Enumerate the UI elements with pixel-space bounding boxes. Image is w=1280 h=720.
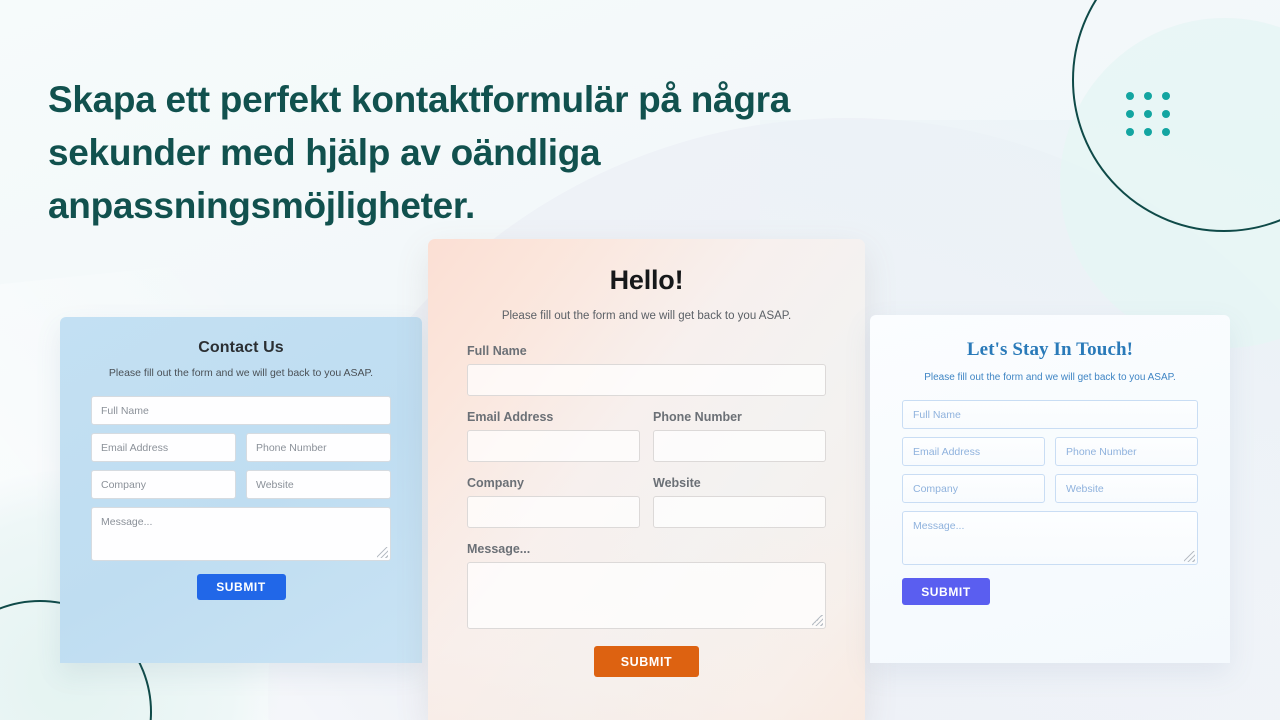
center-form-title: Hello! (609, 265, 684, 295)
resize-handle-icon[interactable] (1184, 551, 1195, 562)
center-form-fields: Full Name Email Address Phone Number Com… (467, 344, 826, 677)
center-phone-input[interactable] (653, 430, 826, 462)
center-email-label: Email Address (467, 410, 554, 424)
left-submit-row: SUBMIT (91, 574, 391, 600)
left-website-input[interactable]: Website (246, 470, 391, 499)
dot-icon (1162, 92, 1170, 100)
dot-icon (1144, 110, 1152, 118)
center-phone-label: Phone Number (653, 410, 742, 424)
left-form-subtitle: Please fill out the form and we will get… (108, 367, 374, 379)
right-row-email-phone: Email Address Phone Number (902, 437, 1198, 474)
resize-handle-icon[interactable] (377, 547, 388, 558)
right-company-input[interactable]: Company (902, 474, 1045, 503)
left-full-name-input[interactable]: Full Name (91, 396, 391, 425)
center-message-textarea[interactable] (467, 562, 826, 629)
dot-icon (1162, 110, 1170, 118)
right-message-textarea[interactable]: Message... (902, 511, 1198, 565)
left-submit-button[interactable]: SUBMIT (196, 574, 286, 600)
dot-icon (1126, 128, 1134, 136)
left-email-input[interactable]: Email Address (91, 433, 236, 462)
right-website-input[interactable]: Website (1055, 474, 1198, 503)
headline-line-1: Skapa ett perfekt kontaktformulär på någ… (48, 78, 790, 120)
contact-form-card-center: Hello! Please fill out the form and we w… (428, 239, 865, 720)
center-full-name-input[interactable] (467, 364, 826, 396)
left-message-textarea[interactable]: Message... (91, 507, 391, 561)
left-row-company-website: Company Website (91, 470, 391, 507)
right-submit-row: SUBMIT (902, 578, 1198, 605)
center-email-input[interactable] (467, 430, 640, 462)
center-group-phone: Phone Number (653, 410, 826, 462)
center-card-inner: Hello! Please fill out the form and we w… (467, 265, 826, 677)
page-headline: Skapa ett perfekt kontaktformulär på någ… (48, 73, 878, 232)
right-message-placeholder: Message... (913, 520, 965, 532)
center-group-email: Email Address (467, 410, 640, 462)
dot-icon (1144, 128, 1152, 136)
right-row-company-website: Company Website (902, 474, 1198, 511)
center-message-label: Message... (467, 542, 531, 556)
contact-form-card-right: Let's Stay In Touch! Please fill out the… (870, 315, 1230, 663)
center-row-email-phone: Email Address Phone Number (467, 410, 826, 462)
left-row-email-phone: Email Address Phone Number (91, 433, 391, 470)
center-website-input[interactable] (653, 496, 826, 528)
center-submit-row: SUBMIT (467, 646, 826, 677)
center-group-company: Company (467, 476, 640, 528)
headline-line-2: sekunder med hjälp av oändliga (48, 131, 601, 173)
right-form-fields: Full Name Email Address Phone Number Com… (902, 400, 1198, 605)
left-phone-input[interactable]: Phone Number (246, 433, 391, 462)
contact-form-card-left: Contact Us Please fill out the form and … (60, 317, 422, 663)
dot-icon (1162, 128, 1170, 136)
right-form-title: Let's Stay In Touch! (966, 339, 1134, 360)
resize-handle-icon[interactable] (812, 615, 823, 626)
center-group-full-name: Full Name (467, 344, 826, 396)
right-full-name-input[interactable]: Full Name (902, 400, 1198, 429)
left-form-title: Contact Us (198, 339, 284, 356)
center-full-name-label: Full Name (467, 344, 527, 358)
center-form-subtitle: Please fill out the form and we will get… (501, 310, 792, 322)
headline-line-3: anpassningsmöjligheter. (48, 184, 475, 226)
left-company-input[interactable]: Company (91, 470, 236, 499)
center-group-website: Website (653, 476, 826, 528)
center-company-input[interactable] (467, 496, 640, 528)
right-form-subtitle: Please fill out the form and we will get… (924, 372, 1176, 383)
center-row-company-website: Company Website (467, 476, 826, 528)
dot-grid-icon (1126, 92, 1180, 146)
center-company-label: Company (467, 476, 524, 490)
right-phone-input[interactable]: Phone Number (1055, 437, 1198, 466)
dot-icon (1144, 92, 1152, 100)
right-submit-button[interactable]: SUBMIT (902, 578, 990, 605)
left-message-placeholder: Message... (101, 516, 153, 528)
center-submit-button[interactable]: SUBMIT (594, 646, 699, 677)
center-website-label: Website (653, 476, 701, 490)
left-form-fields: Full Name Email Address Phone Number Com… (91, 396, 391, 600)
page-root: Skapa ett perfekt kontaktformulär på någ… (0, 0, 1280, 720)
dot-icon (1126, 92, 1134, 100)
dot-icon (1126, 110, 1134, 118)
right-email-input[interactable]: Email Address (902, 437, 1045, 466)
center-group-message: Message... (467, 542, 826, 629)
